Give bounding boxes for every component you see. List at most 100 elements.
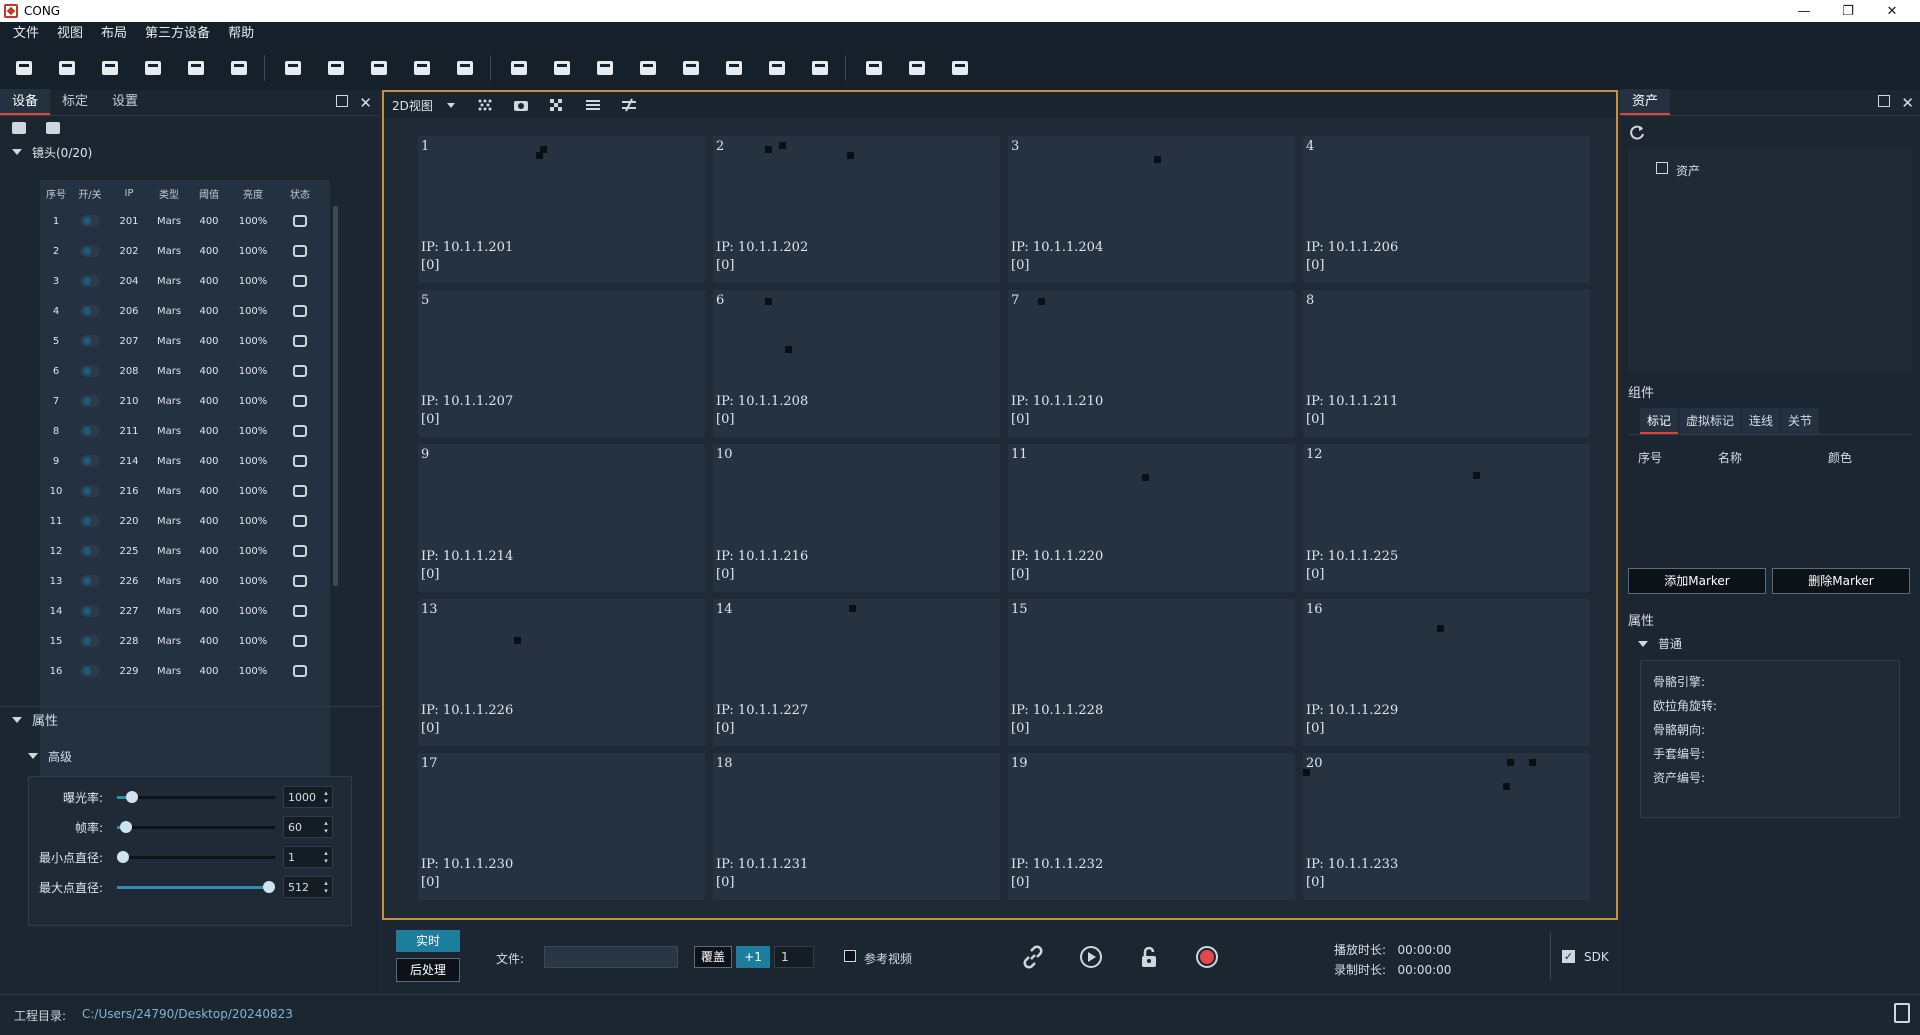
- lens-row[interactable]: 12 225 Mars 400 100%: [40, 536, 330, 566]
- toggle-switch[interactable]: [80, 365, 100, 377]
- snapshot-icon[interactable]: [513, 98, 529, 112]
- restore-button[interactable]: ❐: [1826, 0, 1870, 22]
- toggle-switch[interactable]: [80, 455, 100, 467]
- camera-cell[interactable]: 15 IP: 10.1.1.228 [0]: [1008, 598, 1295, 746]
- add-marker-button[interactable]: 添加Marker: [1628, 568, 1766, 594]
- toggle-switch[interactable]: [80, 635, 100, 647]
- toggle-switch[interactable]: [80, 395, 100, 407]
- lens-status[interactable]: [276, 335, 324, 347]
- layout-split-h-icon[interactable]: [548, 54, 576, 82]
- lens-switch[interactable]: [72, 485, 108, 497]
- connection-status-icon[interactable]: [293, 515, 307, 527]
- camera-cell[interactable]: 9 IP: 10.1.1.214 [0]: [418, 444, 705, 592]
- camera-cell[interactable]: 18 IP: 10.1.1.231 [0]: [713, 752, 1000, 900]
- lens-switch[interactable]: [72, 215, 108, 227]
- project-dir-path[interactable]: C:/Users/24790/Desktop/20240823: [82, 1007, 293, 1021]
- tab-marker[interactable]: 标记: [1640, 408, 1679, 434]
- lens-switch[interactable]: [72, 335, 108, 347]
- tab-assets[interactable]: 资产: [1620, 89, 1671, 115]
- connection-status-icon[interactable]: [293, 335, 307, 347]
- delete-marker-button[interactable]: 删除Marker: [1772, 568, 1910, 594]
- lens-group-header[interactable]: 镜头(0/20): [0, 140, 380, 164]
- lens-row[interactable]: 6 208 Mars 400 100%: [40, 356, 330, 386]
- connection-status-icon[interactable]: [293, 365, 307, 377]
- properties-header[interactable]: 属性: [0, 706, 380, 732]
- lens-status[interactable]: [276, 605, 324, 617]
- float-panel-icon[interactable]: [1878, 95, 1890, 107]
- lens-row[interactable]: 9 214 Mars 400 100%: [40, 446, 330, 476]
- lens-switch[interactable]: [72, 305, 108, 317]
- camera-cell[interactable]: 11 IP: 10.1.1.220 [0]: [1008, 444, 1295, 592]
- lens-status[interactable]: [276, 215, 324, 227]
- slider-track[interactable]: [117, 790, 275, 803]
- lens-row[interactable]: 1 201 Mars 400 100%: [40, 206, 330, 236]
- toggle-switch[interactable]: [80, 545, 100, 557]
- lens-switch[interactable]: [72, 665, 108, 677]
- connection-status-icon[interactable]: [293, 305, 307, 317]
- lens-row[interactable]: 3 204 Mars 400 100%: [40, 266, 330, 296]
- connection-status-icon[interactable]: [293, 485, 307, 497]
- plus-one-button[interactable]: +1: [736, 946, 770, 968]
- minimize-button[interactable]: —: [1782, 0, 1826, 22]
- refresh-icon[interactable]: [1628, 124, 1646, 142]
- connection-status-icon[interactable]: [293, 425, 307, 437]
- sdk-checkbox[interactable]: ✓: [1562, 950, 1575, 963]
- connection-status-icon[interactable]: [293, 575, 307, 587]
- connection-status-icon[interactable]: [293, 665, 307, 677]
- advanced-header[interactable]: 高级: [28, 746, 72, 766]
- toggle-switch[interactable]: [80, 515, 100, 527]
- lens-switch[interactable]: [72, 575, 108, 587]
- lens-row[interactable]: 13 226 Mars 400 100%: [40, 566, 330, 596]
- lens-switch[interactable]: [72, 545, 108, 557]
- export-icon[interactable]: [946, 54, 974, 82]
- slider-spinbox[interactable]: 1: [283, 846, 333, 868]
- toggle-switch[interactable]: [80, 425, 100, 437]
- checker-icon[interactable]: [549, 98, 565, 112]
- step-spinbox[interactable]: 1: [774, 946, 814, 968]
- normal-group-header[interactable]: 普通: [1638, 635, 1682, 652]
- hide-icon[interactable]: [182, 54, 210, 82]
- lens-status[interactable]: [276, 575, 324, 587]
- layout-quad-icon[interactable]: [634, 54, 662, 82]
- lens-row[interactable]: 16 229 Mars 400 100%: [40, 656, 330, 686]
- gear-icon[interactable]: [451, 54, 479, 82]
- slider-spinbox[interactable]: 60: [283, 816, 333, 838]
- lens-switch[interactable]: [72, 635, 108, 647]
- layers-icon[interactable]: [365, 54, 393, 82]
- play-icon[interactable]: [1078, 944, 1104, 970]
- camera-cell[interactable]: 14 IP: 10.1.1.227 [0]: [713, 598, 1000, 746]
- toggle-switch[interactable]: [80, 335, 100, 347]
- camera-cell[interactable]: 8 IP: 10.1.1.211 [0]: [1303, 290, 1590, 438]
- lens-row[interactable]: 7 210 Mars 400 100%: [40, 386, 330, 416]
- lens-status[interactable]: [276, 665, 324, 677]
- layout-grid-icon[interactable]: [806, 54, 834, 82]
- lens-row[interactable]: 8 211 Mars 400 100%: [40, 416, 330, 446]
- camera-cell[interactable]: 12 IP: 10.1.1.225 [0]: [1303, 444, 1590, 592]
- close-camera-icon[interactable]: [279, 54, 307, 82]
- camera-cell[interactable]: 19 IP: 10.1.1.232 [0]: [1008, 752, 1295, 900]
- view-2d-icon[interactable]: [860, 54, 888, 82]
- asset-checkbox[interactable]: [1656, 162, 1668, 174]
- slider-handle[interactable]: [119, 820, 132, 833]
- toggle-switch[interactable]: [80, 575, 100, 587]
- lens-switch[interactable]: [72, 425, 108, 437]
- toggle-switch[interactable]: [80, 305, 100, 317]
- camera-cell[interactable]: 17 IP: 10.1.1.230 [0]: [418, 752, 705, 900]
- camera-cell[interactable]: 6 IP: 10.1.1.208 [0]: [713, 290, 1000, 438]
- menu-third-party[interactable]: 第三方设备: [136, 22, 219, 46]
- lens-row[interactable]: 10 216 Mars 400 100%: [40, 476, 330, 506]
- connection-status-icon[interactable]: [293, 275, 307, 287]
- lens-status[interactable]: [276, 515, 324, 527]
- connection-status-icon[interactable]: [293, 635, 307, 647]
- menu-help[interactable]: 帮助: [219, 22, 263, 46]
- record-icon[interactable]: [1194, 944, 1220, 970]
- lens-switch[interactable]: [72, 515, 108, 527]
- camera-cell[interactable]: 2 IP: 10.1.1.202 [0]: [713, 136, 1000, 284]
- lens-switch[interactable]: [72, 605, 108, 617]
- tab-devices[interactable]: 设备: [0, 89, 51, 115]
- save-as-icon[interactable]: [139, 54, 167, 82]
- camera-cell[interactable]: 13 IP: 10.1.1.226 [0]: [418, 598, 705, 746]
- mirror-icon[interactable]: [225, 54, 253, 82]
- unlock-icon[interactable]: [1136, 944, 1162, 970]
- cover-button[interactable]: 覆盖: [694, 946, 732, 968]
